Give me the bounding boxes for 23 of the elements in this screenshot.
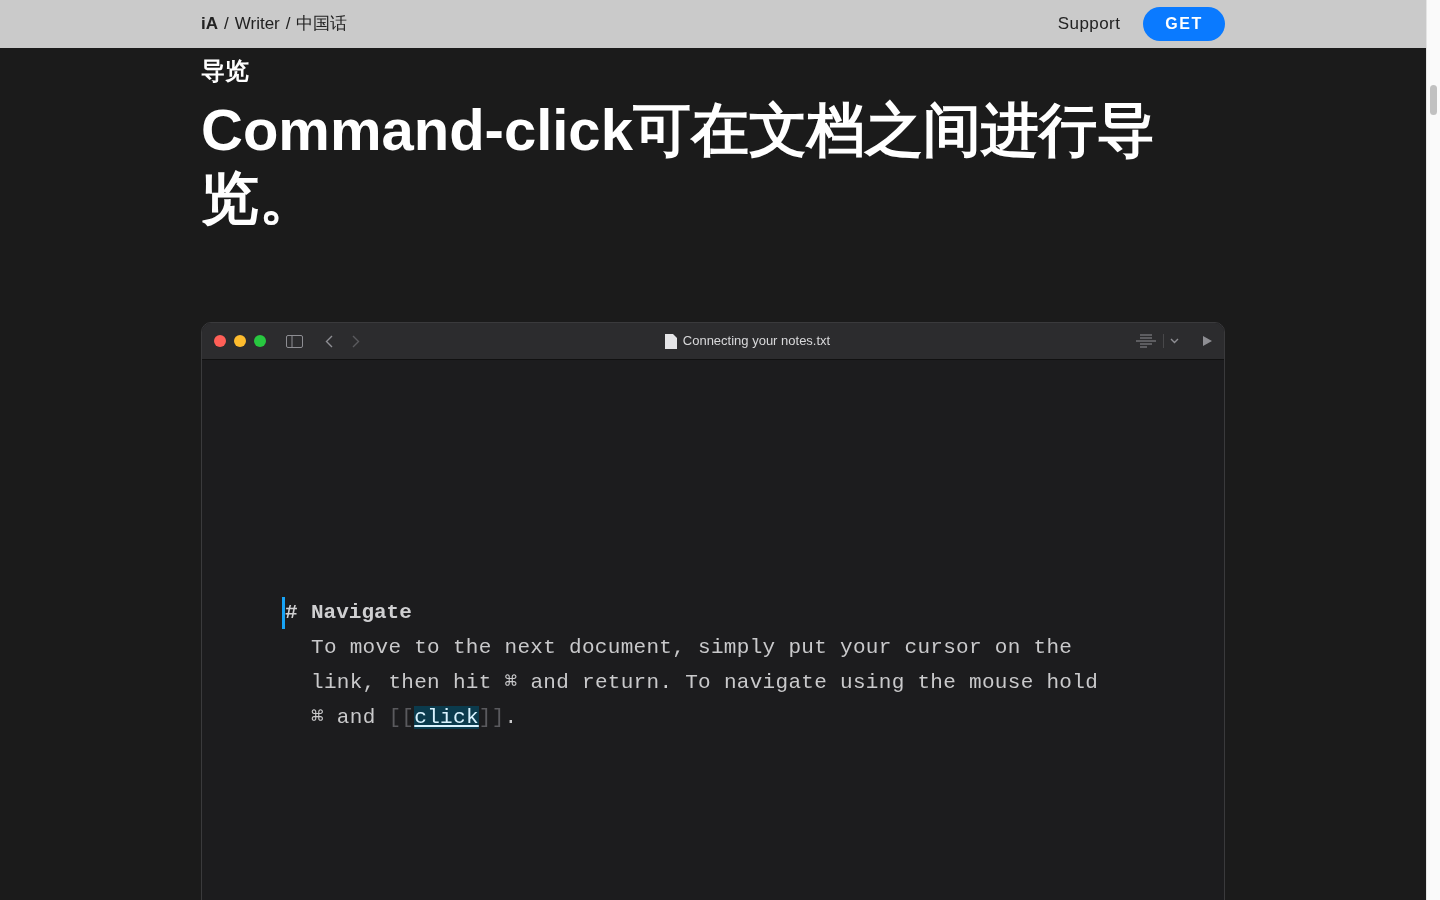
play-icon[interactable] [1203,336,1212,346]
breadcrumb-separator: / [285,13,291,36]
get-button[interactable]: GET [1143,7,1225,41]
headline: Command-click可在文档之间进行导览。 [201,96,1156,232]
heading-marker: # [285,600,299,626]
text-cursor [282,596,285,629]
document-paragraph: To move to the next document, simply put your cursor on the link, then hit ⌘ and return. To navigate using the mouse hold ⌘ and [[click]]. [311,635,1100,731]
breadcrumb-link[interactable]: Writer [234,11,280,37]
maximize-icon[interactable] [254,335,266,347]
section-eyebrow: 导览 [201,56,250,86]
wiki-link[interactable]: click [414,706,479,729]
document-icon [664,333,677,349]
breadcrumb-separator: / [224,13,229,36]
chevron-down-icon[interactable] [1170,338,1179,344]
minimize-icon[interactable] [234,335,246,347]
document-heading: Navigate [311,600,412,626]
sidebar-icon[interactable] [286,334,303,348]
support-link[interactable]: Support [1057,11,1121,37]
back-icon[interactable] [325,334,333,348]
window-title: Connecting your notes.txt [682,332,831,351]
close-icon[interactable] [214,335,226,347]
breadcrumb-link[interactable]: 中国话 [296,11,348,37]
breadcrumb-link[interactable]: iA [201,11,218,37]
